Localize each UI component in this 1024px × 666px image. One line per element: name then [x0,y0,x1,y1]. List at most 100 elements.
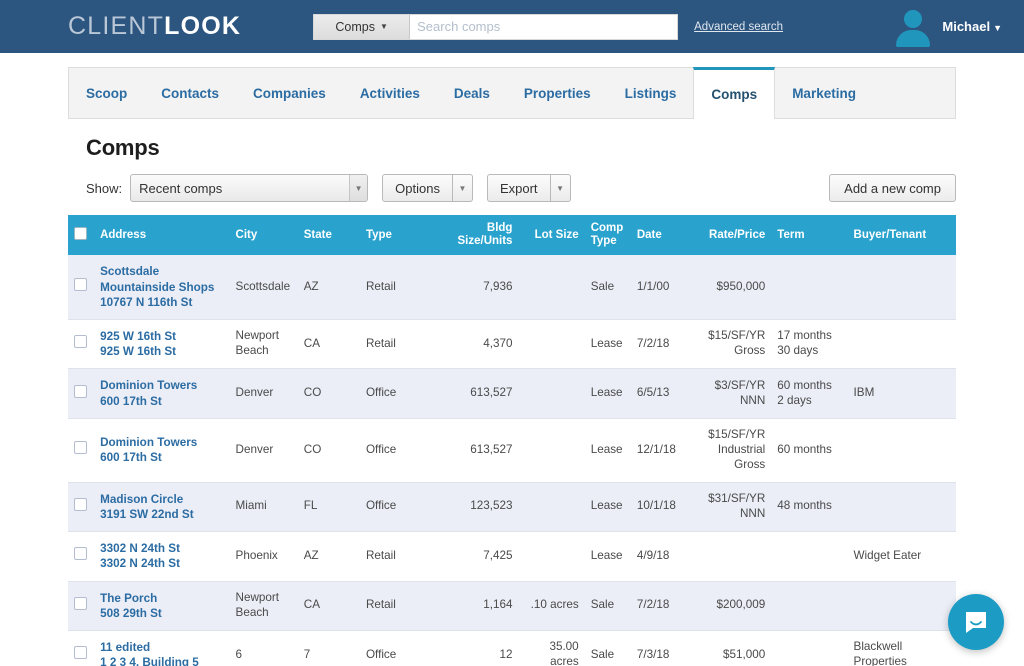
property-address-link[interactable]: 3302 N 24th St [100,556,223,571]
options-button[interactable]: Options ▼ [382,174,473,202]
bldg-header-line2: Size/Units [458,235,513,247]
tab-deals[interactable]: Deals [437,68,507,118]
user-menu[interactable]: Michael▼ [893,0,1002,53]
table-row[interactable]: Scottsdale Mountainside Shops10767 N 116… [68,255,956,319]
avatar [893,7,933,47]
show-filter-value: Recent comps [131,175,349,201]
column-header-lot-size[interactable]: Lot Size [518,215,584,255]
tab-properties[interactable]: Properties [507,68,608,118]
property-name-link[interactable]: Madison Circle [100,492,223,507]
property-address-link[interactable]: 925 W 16th St [100,344,223,359]
property-address-link[interactable]: 10767 N 116th St [100,295,223,310]
options-dropdown-toggle[interactable]: ▼ [453,174,473,202]
tab-marketing[interactable]: Marketing [775,68,873,118]
column-header-type[interactable]: Type [360,215,440,255]
table-row[interactable]: 925 W 16th St925 W 16th StNewport BeachC… [68,320,956,369]
property-address-link[interactable]: 600 17th St [100,450,223,465]
cell-date: 6/5/13 [631,369,689,418]
row-checkbox[interactable] [74,385,87,398]
table-row[interactable]: The Porch508 29th StNewport BeachCARetai… [68,581,956,630]
cell-address: Dominion Towers600 17th St [94,418,229,482]
cell-rate-price: $31/SF/YR NNN [689,482,771,531]
table-row[interactable]: Dominion Towers600 17th StDenverCOOffice… [68,369,956,418]
cell-rate-price: $15/SF/YR Gross [689,320,771,369]
export-dropdown-toggle[interactable]: ▼ [551,174,571,202]
show-filter-select[interactable]: Recent comps ▼ [130,174,368,202]
property-name-link[interactable]: Dominion Towers [100,378,223,393]
table-row[interactable]: 11 edited1 2 3 4, Building 567Office1235… [68,630,956,666]
cell-city: Newport Beach [230,581,298,630]
tab-companies[interactable]: Companies [236,68,343,118]
search-scope-dropdown[interactable]: Comps ▼ [314,15,410,39]
cell-bldg-size: 1,164 [440,581,518,630]
property-name-link[interactable]: The Porch [100,591,223,606]
top-navigation-bar: CLIENTLOOK Comps ▼ Advanced search Micha… [0,0,1024,53]
chat-launcher-button[interactable] [948,594,1004,650]
column-header-state[interactable]: State [298,215,360,255]
cell-date: 7/3/18 [631,630,689,666]
cell-buyer-tenant: Widget Eater [848,532,956,581]
cell-type: Office [360,630,440,666]
app-page: CLIENTLOOK Comps ▼ Advanced search Micha… [0,0,1024,666]
cell-date: 4/9/18 [631,532,689,581]
export-button[interactable]: Export ▼ [487,174,571,202]
main-content: Comps Show: Recent comps ▼ Options ▼ Exp… [68,135,956,666]
column-header-rate-price[interactable]: Rate/Price [689,215,771,255]
column-header-comp-type[interactable]: Comp Type [585,215,631,255]
tab-contacts[interactable]: Contacts [144,68,236,118]
cell-city: Denver [230,369,298,418]
column-header-address[interactable]: Address [94,215,229,255]
column-header-buyer-tenant[interactable]: Buyer/Tenant [848,215,956,255]
cell-term: 60 months 2 days [771,369,847,418]
property-name-link[interactable]: 11 edited [100,640,223,655]
column-header-bldg-size[interactable]: Bldg Size/Units [440,215,518,255]
property-address-link[interactable]: 600 17th St [100,394,223,409]
tab-scoop[interactable]: Scoop [69,68,144,118]
comp-header-line1: Comp [591,222,624,234]
cell-rate-price: $3/SF/YR NNN [689,369,771,418]
cell-term: 60 months [771,418,847,482]
property-name-link[interactable]: 3302 N 24th St [100,541,223,556]
row-select-cell [68,532,94,581]
cell-buyer-tenant [848,581,956,630]
bldg-header-line1: Bldg [487,222,513,234]
advanced-search-link[interactable]: Advanced search [694,21,783,33]
row-select-cell [68,255,94,319]
property-address-link[interactable]: 1 2 3 4, Building 5 [100,655,223,666]
row-checkbox[interactable] [74,498,87,511]
avatar-head-icon [904,10,922,28]
tab-listings[interactable]: Listings [608,68,694,118]
cell-type: Retail [360,532,440,581]
row-select-cell [68,369,94,418]
row-checkbox[interactable] [74,646,87,659]
property-address-link[interactable]: 3191 SW 22nd St [100,507,223,522]
cell-type: Retail [360,255,440,319]
column-header-city[interactable]: City [230,215,298,255]
select-all-checkbox[interactable] [74,227,87,240]
cell-address: Dominion Towers600 17th St [94,369,229,418]
tab-comps[interactable]: Comps [693,67,775,119]
property-name-link[interactable]: 925 W 16th St [100,329,223,344]
property-name-link[interactable]: Scottsdale Mountainside Shops [100,264,223,294]
main-tabs: ScoopContactsCompaniesActivitiesDealsPro… [68,67,956,119]
row-select-cell [68,320,94,369]
tab-activities[interactable]: Activities [343,68,437,118]
property-address-link[interactable]: 508 29th St [100,606,223,621]
column-header-date[interactable]: Date [631,215,689,255]
column-header-term[interactable]: Term [771,215,847,255]
row-checkbox[interactable] [74,335,87,348]
cell-term [771,581,847,630]
row-checkbox[interactable] [74,278,87,291]
search-input[interactable] [410,15,677,39]
table-row[interactable]: 3302 N 24th St3302 N 24th StPhoenixAZRet… [68,532,956,581]
add-new-comp-button[interactable]: Add a new comp [829,174,956,202]
row-checkbox[interactable] [74,597,87,610]
cell-type: Office [360,369,440,418]
clientlook-logo[interactable]: CLIENTLOOK [68,12,241,41]
table-row[interactable]: Dominion Towers600 17th StDenverCOOffice… [68,418,956,482]
row-checkbox[interactable] [74,547,87,560]
property-name-link[interactable]: Dominion Towers [100,435,223,450]
row-checkbox[interactable] [74,441,87,454]
cell-state: FL [298,482,360,531]
table-row[interactable]: Madison Circle3191 SW 22nd StMiamiFLOffi… [68,482,956,531]
